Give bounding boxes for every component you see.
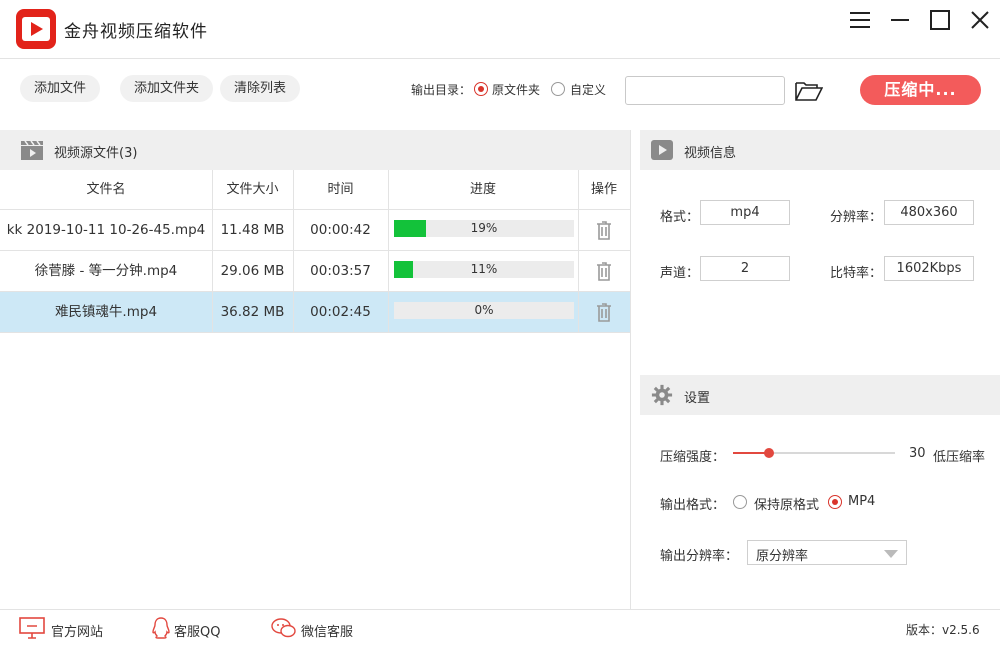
- file-duration: 00:03:57: [310, 263, 371, 279]
- chevron-down-icon: [884, 550, 898, 558]
- file-duration: 00:02:45: [310, 304, 371, 320]
- table-row[interactable]: 难民镇魂牛.mp4 36.82 MB 00:02:45 0%: [0, 292, 630, 333]
- bitrate-label: 比特率：: [830, 266, 883, 281]
- output-format-label: 输出格式：: [660, 498, 726, 513]
- file-size: 36.82 MB: [220, 304, 285, 320]
- file-size: 29.06 MB: [220, 263, 285, 279]
- column-divider: [212, 170, 213, 333]
- format-label: 格式：: [660, 210, 700, 225]
- menu-icon[interactable]: [848, 8, 872, 32]
- table-row[interactable]: 徐菅滕 - 等一分钟.mp4 29.06 MB 00:03:57 11%: [0, 251, 630, 292]
- resolution-label: 分辨率：: [830, 210, 883, 225]
- file-duration: 00:00:42: [310, 222, 371, 238]
- customer-qq-link[interactable]: 客服QQ: [174, 621, 220, 640]
- output-path-input[interactable]: [625, 76, 785, 105]
- progress-bar: 11%: [394, 261, 574, 278]
- minimize-icon[interactable]: [888, 8, 912, 32]
- output-custom-label: 自定义: [570, 83, 607, 97]
- strength-hint: 低压缩率: [933, 450, 986, 465]
- column-header-progress[interactable]: 进度: [388, 170, 578, 210]
- progress-text: 0%: [474, 303, 494, 317]
- app-title: 金舟视频压缩软件: [64, 22, 208, 42]
- progress-bar: 19%: [394, 220, 574, 237]
- footer-divider: [0, 609, 1000, 610]
- panel-divider: [630, 130, 631, 609]
- delete-icon[interactable]: [594, 261, 614, 281]
- wechat-service-link[interactable]: 微信客服: [301, 621, 353, 640]
- source-panel-header: 视频源文件(3): [0, 130, 630, 170]
- column-header-size[interactable]: 文件大小: [212, 170, 293, 210]
- table-header: 文件名 文件大小 时间 进度 操作: [0, 170, 630, 210]
- table-row[interactable]: kk 2019-10-11 10-26-45.mp4 11.48 MB 00:0…: [0, 210, 630, 251]
- play-icon: [650, 139, 674, 161]
- monitor-icon[interactable]: [19, 617, 45, 643]
- output-resolution-label: 输出分辨率：: [660, 549, 739, 564]
- file-name: 难民镇魂牛.mp4: [54, 304, 158, 320]
- close-icon[interactable]: [968, 8, 992, 32]
- output-resolution-select[interactable]: 原分辨率: [747, 540, 907, 565]
- settings-panel-header: 设置: [640, 375, 1000, 415]
- format-value: mp4: [700, 200, 790, 225]
- clear-list-button[interactable]: 清除列表: [220, 75, 301, 102]
- title-bar: 金舟视频压缩软件: [0, 0, 1000, 58]
- version-label: 版本：v2.5.6: [906, 623, 980, 637]
- source-panel-title: 视频源文件(3): [54, 146, 138, 161]
- app-logo-icon: [16, 9, 56, 49]
- app-window: 金舟视频压缩软件 添加文件 添加文件夹 清除列表 输出目录： 原文件夹 自定义 …: [0, 0, 1000, 648]
- maximize-icon[interactable]: [928, 8, 952, 32]
- output-custom-radio[interactable]: [551, 82, 565, 96]
- column-header-action: 操作: [590, 182, 617, 197]
- compress-button[interactable]: 压缩中...: [860, 75, 981, 105]
- file-name: kk 2019-10-11 10-26-45.mp4: [6, 222, 206, 238]
- progress-text: 11%: [470, 262, 498, 276]
- format-keep-label: 保持原格式: [754, 498, 820, 513]
- strength-slider[interactable]: [733, 448, 895, 458]
- strength-value: 30: [909, 446, 926, 461]
- resolution-value: 480x360: [884, 200, 974, 225]
- file-name: 徐菅滕 - 等一分钟.mp4: [34, 263, 178, 279]
- output-dir-label: 输出目录：: [411, 83, 472, 97]
- column-header-name[interactable]: 文件名: [0, 170, 212, 210]
- add-folder-button[interactable]: 添加文件夹: [120, 75, 214, 102]
- divider: [0, 58, 1000, 59]
- delete-icon[interactable]: [594, 220, 614, 240]
- qq-icon[interactable]: [151, 617, 171, 643]
- column-divider: [578, 170, 579, 333]
- wechat-icon[interactable]: [271, 617, 297, 643]
- settings-panel-title: 设置: [684, 391, 711, 406]
- format-keep-radio[interactable]: [733, 495, 747, 509]
- info-panel-header: 视频信息: [640, 130, 1000, 170]
- delete-icon[interactable]: [594, 302, 614, 322]
- column-divider: [388, 170, 389, 333]
- official-website-link[interactable]: 官方网站: [51, 621, 103, 640]
- add-file-button[interactable]: 添加文件: [20, 75, 101, 102]
- info-panel-title: 视频信息: [684, 146, 737, 161]
- folder-open-icon[interactable]: [795, 80, 824, 102]
- output-original-label: 原文件夹: [492, 83, 541, 97]
- format-mp4-label: MP4: [848, 494, 876, 509]
- progress-bar: 0%: [394, 302, 574, 319]
- clapperboard-icon: [20, 139, 44, 161]
- output-resolution-value: 原分辨率: [756, 549, 809, 564]
- progress-text: 19%: [470, 221, 498, 235]
- channel-value: 2: [700, 256, 790, 281]
- file-size: 11.48 MB: [220, 222, 285, 238]
- format-mp4-radio[interactable]: [828, 495, 842, 509]
- strength-slider-handle[interactable]: [764, 448, 774, 458]
- bitrate-value: 1602Kbps: [884, 256, 974, 281]
- output-original-radio[interactable]: [474, 82, 488, 96]
- column-divider: [293, 170, 294, 333]
- column-header-time[interactable]: 时间: [293, 170, 388, 210]
- strength-label: 压缩强度：: [660, 450, 726, 465]
- channel-label: 声道：: [660, 266, 700, 281]
- gear-icon: [650, 384, 674, 406]
